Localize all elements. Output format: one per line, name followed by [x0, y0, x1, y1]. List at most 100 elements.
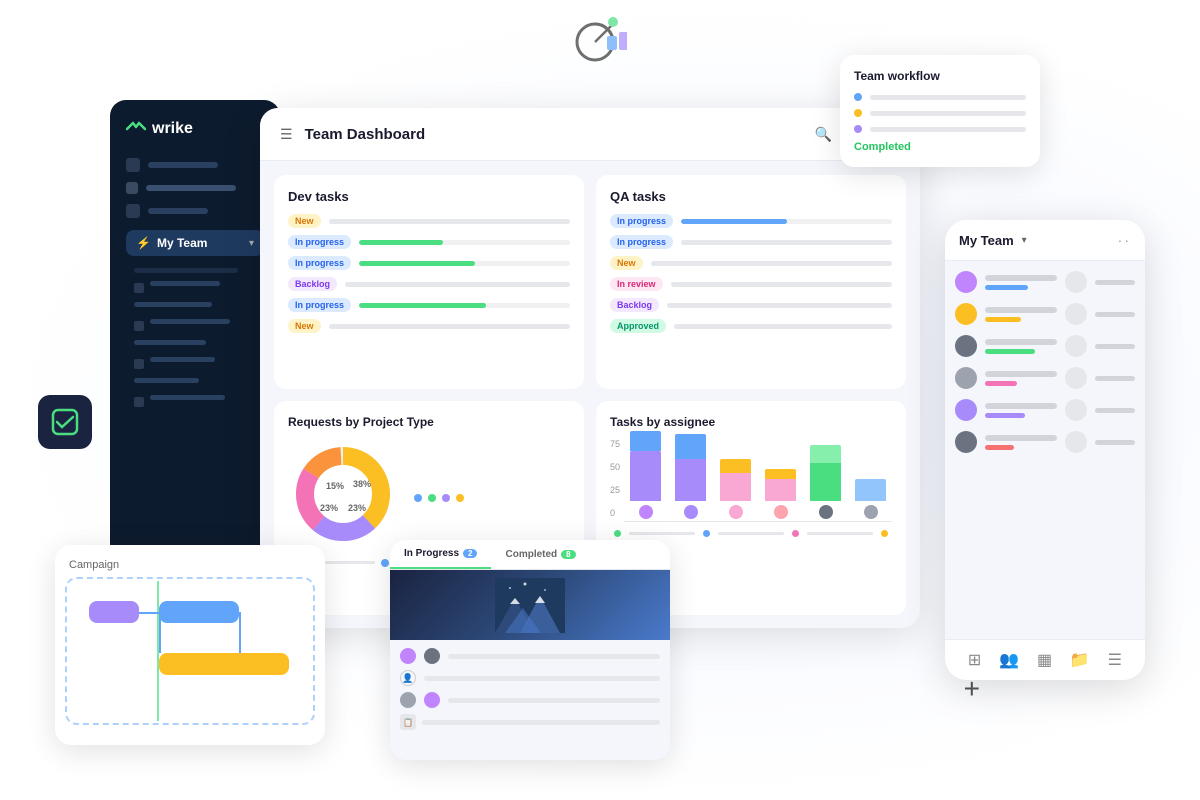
task-row: In progress [610, 214, 892, 228]
task-row: New [288, 214, 570, 228]
campaign-border [65, 577, 315, 725]
footer-icon-grid[interactable]: ⊞ [968, 650, 981, 670]
list-item [955, 271, 1135, 293]
avatar [955, 335, 977, 357]
tab-completed-label: Completed [505, 549, 557, 560]
avatar [1065, 367, 1087, 389]
bar-col [624, 421, 667, 519]
task-badge: New [288, 214, 321, 228]
footer-icon-folder[interactable]: 📁 [1070, 650, 1090, 670]
requests-chart-title: Requests by Project Type [288, 415, 570, 429]
task-badge: In progress [610, 235, 673, 249]
task-row: In progress [288, 235, 570, 249]
menu-icon: ☰ [280, 126, 293, 143]
task-line [448, 654, 660, 659]
campaign-node-purple [89, 601, 139, 623]
avatar [955, 367, 977, 389]
tab-inprogress-label: In Progress [404, 548, 459, 559]
qa-tasks-title: QA tasks [610, 189, 892, 204]
task-row: Approved [610, 319, 892, 333]
dashboard-title: Team Dashboard [305, 126, 426, 143]
tasks-mini-card: In Progress 2 Completed 8 [390, 540, 670, 760]
myteam-body [945, 261, 1145, 473]
sidebar-logo: wrike [126, 120, 264, 138]
connector-line [239, 612, 241, 653]
tasks-image [390, 570, 670, 640]
my-team-button[interactable]: ⚡ My Team ▾ [126, 230, 264, 256]
avatar [1065, 431, 1087, 453]
workflow-line [870, 111, 1026, 116]
member-lines [985, 339, 1057, 354]
member-lines [985, 307, 1057, 322]
bar-col [669, 421, 712, 519]
campaign-title: Campaign [69, 559, 311, 571]
workflow-dot [854, 93, 862, 101]
task-row: In progress [610, 235, 892, 249]
task-row: In review [610, 277, 892, 291]
footer-icon-menu[interactable]: ☰ [1108, 650, 1122, 670]
list-item [955, 335, 1135, 357]
task-badge: In progress [288, 298, 351, 312]
tasks-mini-tabs: In Progress 2 Completed 8 [390, 540, 670, 570]
svg-text:23%: 23% [320, 503, 338, 513]
campaign-node-yellow [159, 653, 289, 675]
y-axis-labels: 75 50 25 0 [610, 439, 620, 519]
search-icon[interactable]: 🔍 [815, 126, 832, 143]
avatar [1065, 271, 1087, 293]
svg-text:38%: 38% [353, 479, 371, 489]
sidebar-nav-home[interactable] [126, 158, 264, 172]
workflow-dot [854, 109, 862, 117]
member-lines [985, 403, 1057, 418]
avatar [1065, 399, 1087, 421]
avatar [1065, 303, 1087, 325]
team-icon: ⚡ [136, 236, 151, 250]
avatar [400, 692, 416, 708]
task-badge: New [288, 319, 321, 333]
tab-inprogress[interactable]: In Progress 2 [390, 540, 491, 569]
sidebar: wrike ⚡ My Team ▾ [110, 100, 280, 580]
list-item [955, 399, 1135, 421]
myteam-card: My Team ▾ ·· [945, 220, 1145, 680]
footer-icon-calendar[interactable]: ▦ [1037, 650, 1052, 670]
task-badge: Backlog [288, 277, 337, 291]
donut-dots [414, 486, 464, 502]
myteam-footer: ⊞ 👥 ▦ 📁 ☰ [945, 639, 1145, 680]
task-row: In progress [288, 298, 570, 312]
donut-container: 38% 23% 15% 23% [288, 439, 570, 549]
checkbox-widget [38, 395, 92, 449]
list-item [955, 303, 1135, 325]
task-badge: New [610, 256, 643, 270]
list-item [955, 431, 1135, 453]
logo-text: wrike [152, 120, 193, 138]
task-line [424, 676, 660, 681]
list-item: 👤 [400, 670, 660, 686]
list-item [955, 367, 1135, 389]
workflow-completed-label: Completed [854, 141, 1026, 153]
avatar-icon: 👤 [400, 670, 416, 686]
bar-col [849, 421, 892, 519]
footer-icon-people[interactable]: 👥 [999, 650, 1019, 670]
list-item: 📋 [400, 714, 660, 730]
connector-line [159, 612, 161, 653]
qa-tasks-panel: QA tasks In progress In progress New In … [596, 175, 906, 389]
sidebar-nav-folder[interactable] [126, 204, 264, 218]
workflow-line [870, 127, 1026, 132]
task-badge: In progress [288, 235, 351, 249]
chart-icon [573, 10, 627, 76]
team-label: My Team [157, 236, 207, 250]
task-badge: In review [610, 277, 663, 291]
myteam-header: My Team ▾ ·· [945, 220, 1145, 261]
svg-text:23%: 23% [348, 503, 366, 513]
myteam-chevron: ▾ [1022, 235, 1027, 246]
task-row: New [288, 319, 570, 333]
bar-col [759, 421, 802, 519]
avatar [955, 431, 977, 453]
sidebar-nav-grid[interactable] [126, 182, 264, 194]
sidebar-sub-items [126, 268, 264, 408]
member-lines [985, 275, 1057, 290]
tasks-mini-rows: 👤 📋 [390, 640, 670, 738]
task-badge: In progress [610, 214, 673, 228]
avatar [400, 648, 416, 664]
team-chevron: ▾ [249, 238, 254, 249]
tab-completed[interactable]: Completed 8 [491, 540, 589, 569]
